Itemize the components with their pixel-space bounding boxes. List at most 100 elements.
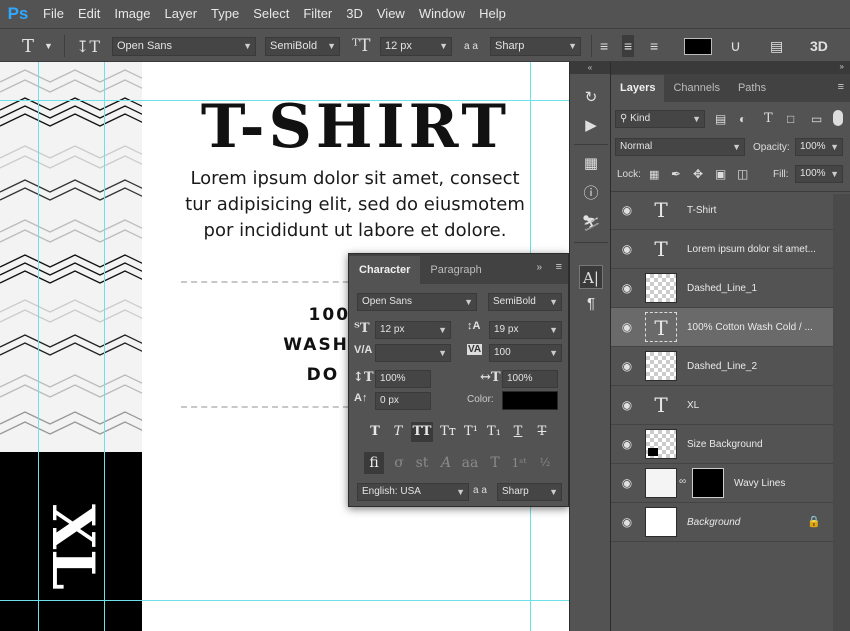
align-right-icon[interactable]: ≡: [650, 29, 658, 63]
character-panel-icon[interactable]: ▤: [770, 29, 783, 63]
layer-row[interactable]: ◉ Size Background: [611, 425, 833, 464]
panel-menu-icon[interactable]: ≡: [556, 261, 562, 273]
menu-help[interactable]: Help: [472, 0, 513, 28]
info-icon[interactable]: ⓘ: [579, 182, 603, 206]
layer-row[interactable]: ◉ Dashed_Line_1: [611, 269, 833, 308]
faux-italic-button[interactable]: T: [389, 422, 407, 442]
cp-font-family-select[interactable]: Open Sans ▼: [357, 293, 477, 311]
tool-preset-chevron-icon[interactable]: ▼: [44, 29, 53, 63]
tab-channels[interactable]: Channels: [664, 75, 728, 102]
tab-character[interactable]: Character: [349, 256, 421, 284]
lock-all-icon[interactable]: ◫: [737, 167, 748, 181]
lock-transparency-icon[interactable]: ▦: [649, 168, 659, 181]
layer-row[interactable]: ◉ ∞ Wavy Lines: [611, 464, 833, 503]
layers-scrollbar[interactable]: [833, 194, 850, 631]
ordinals-button[interactable]: 1ˢᵗ: [509, 452, 529, 474]
menu-layer[interactable]: Layer: [158, 0, 205, 28]
collapse-icon[interactable]: »: [536, 262, 542, 273]
eye-icon[interactable]: ◉: [619, 203, 635, 217]
layer-row[interactable]: ◉ T T-Shirt: [611, 191, 833, 230]
underline-button[interactable]: T: [509, 422, 527, 442]
small-caps-button[interactable]: Tᴛ: [437, 422, 459, 442]
menu-image[interactable]: Image: [107, 0, 157, 28]
faux-bold-button[interactable]: T: [366, 422, 384, 442]
cp-leading-select[interactable]: 19 px ▼: [489, 321, 562, 339]
collapse-icon[interactable]: «: [570, 62, 610, 74]
warp-text-icon[interactable]: ∪: [730, 29, 741, 63]
menu-filter[interactable]: Filter: [296, 0, 339, 28]
layer-row[interactable]: ◉ Background 🔒: [611, 503, 833, 542]
opacity-input[interactable]: 100% ▼: [795, 138, 843, 156]
menu-view[interactable]: View: [370, 0, 412, 28]
cp-language-select[interactable]: English: USA ▼: [357, 483, 469, 501]
layer-row[interactable]: ◉ T Lorem ipsum dolor sit amet...: [611, 230, 833, 269]
cp-color-swatch[interactable]: [502, 391, 558, 410]
tab-paragraph[interactable]: Paragraph: [420, 256, 491, 284]
character-panel-icon[interactable]: A|: [579, 265, 603, 289]
filter-toggle-icon[interactable]: [833, 110, 843, 126]
type-tool-icon[interactable]: T: [22, 29, 34, 63]
cp-font-size-select[interactable]: 12 px ▼: [375, 321, 451, 339]
cp-tracking-select[interactable]: 100 ▼: [489, 344, 562, 362]
fill-input[interactable]: 100% ▼: [795, 165, 843, 183]
fractions-button[interactable]: ½: [535, 452, 555, 474]
eye-icon[interactable]: ◉: [619, 242, 635, 256]
filter-smart-object-icon[interactable]: ▭: [811, 112, 822, 126]
strikethrough-button[interactable]: T: [533, 422, 551, 442]
cp-baseline-shift-input[interactable]: 0 px: [375, 392, 431, 410]
eye-icon[interactable]: ◉: [619, 281, 635, 295]
clone-source-icon[interactable]: ⛷: [579, 212, 603, 236]
eye-icon[interactable]: ◉: [619, 359, 635, 373]
lock-position-icon[interactable]: ✥: [693, 167, 703, 181]
font-size-select[interactable]: 12 px ▼: [380, 37, 452, 56]
menu-file[interactable]: File: [36, 0, 71, 28]
lock-brush-icon[interactable]: ✒: [671, 167, 681, 181]
eye-icon[interactable]: ◉: [619, 476, 635, 490]
subscript-button[interactable]: T₁: [485, 422, 503, 442]
menu-3d[interactable]: 3D: [339, 0, 370, 28]
link-icon[interactable]: ∞: [679, 476, 686, 487]
stylistic-alternates-button[interactable]: st: [412, 452, 432, 474]
swash-button[interactable]: A: [436, 452, 456, 474]
3d-button[interactable]: 3D: [810, 29, 828, 63]
layer-row[interactable]: ◉ Dashed_Line_2: [611, 347, 833, 386]
menu-edit[interactable]: Edit: [71, 0, 107, 28]
antialias-select[interactable]: Sharp ▼: [490, 37, 581, 56]
filter-pixel-icon[interactable]: ▤: [715, 112, 726, 126]
panel-menu-icon[interactable]: ≡: [838, 81, 844, 93]
font-style-select[interactable]: SemiBold ▼: [265, 37, 340, 56]
menu-window[interactable]: Window: [412, 0, 472, 28]
3d-cube-icon[interactable]: ▦: [579, 152, 603, 176]
collapse-icon[interactable]: »: [840, 62, 844, 71]
cp-vertical-scale-input[interactable]: 100%: [375, 370, 431, 388]
eye-icon[interactable]: ◉: [619, 398, 635, 412]
play-actions-icon[interactable]: ▶: [579, 114, 603, 138]
cp-font-style-select[interactable]: SemiBold ▼: [488, 293, 562, 311]
old-style-button[interactable]: σ: [389, 452, 409, 474]
menu-select[interactable]: Select: [246, 0, 296, 28]
filter-type-icon[interactable]: T: [764, 111, 773, 126]
layer-row[interactable]: ◉ T 100% Cotton Wash Cold / ...: [611, 308, 833, 347]
layer-row[interactable]: ◉ T XL: [611, 386, 833, 425]
eye-icon[interactable]: ◉: [619, 515, 635, 529]
history-icon[interactable]: ↻: [579, 86, 603, 110]
all-caps-button[interactable]: TT: [411, 422, 433, 442]
eye-icon[interactable]: ◉: [619, 320, 635, 334]
paragraph-panel-icon[interactable]: ¶: [579, 292, 603, 316]
titling-button[interactable]: aa: [460, 452, 480, 474]
layer-mask-thumbnail[interactable]: [692, 468, 724, 498]
align-left-icon[interactable]: ≡: [600, 29, 608, 63]
text-color-swatch[interactable]: [684, 38, 712, 55]
tab-paths[interactable]: Paths: [729, 75, 775, 102]
cp-antialias-select[interactable]: Sharp ▼: [497, 483, 562, 501]
tab-layers[interactable]: Layers: [611, 75, 665, 102]
contextual-button[interactable]: T: [485, 452, 505, 474]
cp-horizontal-scale-input[interactable]: 100%: [502, 370, 558, 388]
toggle-orientation-icon[interactable]: ↧T: [76, 29, 100, 63]
filter-kind-select[interactable]: ⚲ Kind ▼: [615, 110, 705, 128]
filter-shape-icon[interactable]: □: [787, 112, 794, 126]
cp-kerning-select[interactable]: ▼: [375, 344, 451, 362]
filter-adjustment-icon[interactable]: ◐: [739, 112, 746, 126]
menu-type[interactable]: Type: [204, 0, 246, 28]
superscript-button[interactable]: T¹: [462, 422, 480, 442]
